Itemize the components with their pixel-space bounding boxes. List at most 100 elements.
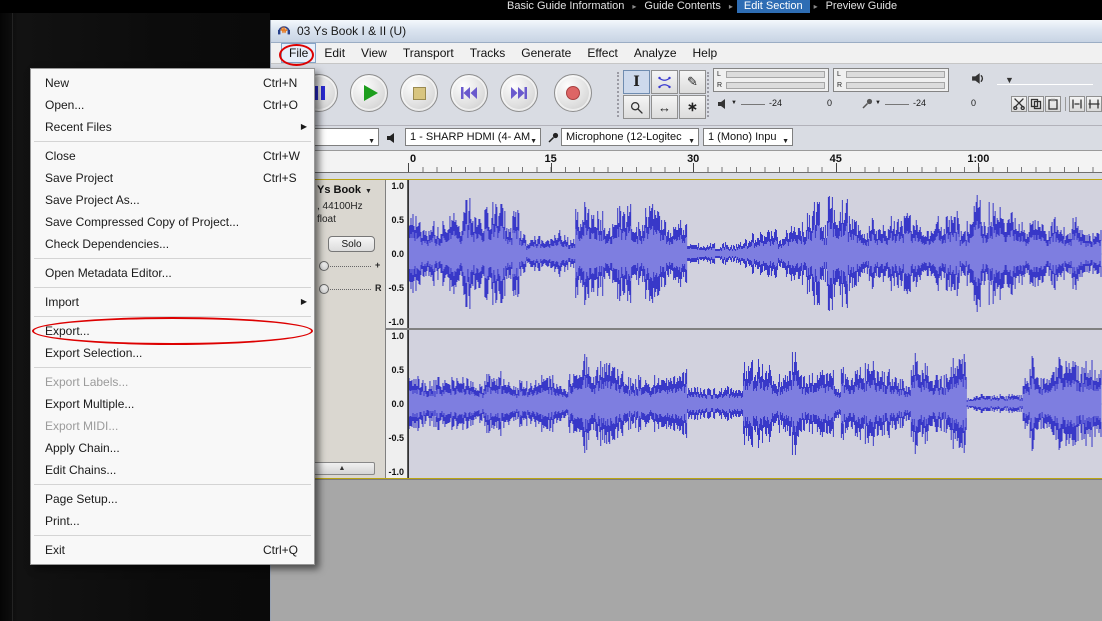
cut-button[interactable] xyxy=(1011,96,1027,112)
menubar: File Edit View Transport Tracks Generate Effec… xyxy=(271,43,1102,64)
playback-volume-thumb[interactable]: ▼ xyxy=(1005,75,1014,85)
collapse-track-button[interactable]: ▲ xyxy=(309,462,375,475)
pan-slider-thumb[interactable] xyxy=(319,284,329,294)
menu-item-label: Save Project As... xyxy=(45,193,140,207)
pan-slider-track xyxy=(323,289,371,290)
gain-slider-thumb[interactable] xyxy=(319,261,329,271)
gain-slider[interactable]: + xyxy=(319,260,385,272)
file-menu-item-exit[interactable]: Exit Ctrl+Q xyxy=(31,539,314,561)
input-device-mic-icon xyxy=(547,131,559,149)
draw-tool-button[interactable]: ✎ xyxy=(679,70,706,94)
silence-selection-button[interactable] xyxy=(1086,96,1102,112)
play-button[interactable] xyxy=(350,74,388,112)
file-menu-item-export-selection[interactable]: Export Selection... xyxy=(31,342,314,364)
window-title: 03 Ys Book I & II (U) xyxy=(297,24,407,38)
file-menu-item-save-project-as[interactable]: Save Project As... xyxy=(31,189,314,211)
amplitude-scale-label: 1.0 xyxy=(391,330,404,341)
timeshift-tool-button[interactable]: ↔ xyxy=(651,95,678,119)
file-menu-item-close[interactable]: Close Ctrl+W xyxy=(31,145,314,167)
meter-bar xyxy=(846,71,945,78)
menu-analyze[interactable]: Analyze xyxy=(626,43,685,63)
menu-item-label: Export... xyxy=(45,324,90,338)
input-volume-mic-icon[interactable] xyxy=(861,97,873,115)
menu-item-label: Exit xyxy=(45,543,66,557)
track-name-menu[interactable]: Ys Book ▼ xyxy=(317,184,372,196)
output-device-dropdown[interactable]: 1 - SHARP HDMI (4- AM ▼ xyxy=(405,128,541,146)
output-volume-slider[interactable] xyxy=(741,104,765,105)
file-menu-item-new[interactable]: New Ctrl+N xyxy=(31,72,314,94)
record-icon xyxy=(566,86,580,100)
play-icon xyxy=(363,85,378,101)
vertical-ruler: 1.0 0.5 0.0 -0.5 -1.0 xyxy=(386,330,408,478)
pan-slider[interactable]: R xyxy=(319,283,385,295)
file-menu-item-print[interactable]: Print... xyxy=(31,510,314,532)
menu-separator xyxy=(31,481,314,488)
file-menu-item-save-compressed-copy-of-project[interactable]: Save Compressed Copy of Project... xyxy=(31,211,314,233)
menu-effect[interactable]: Effect xyxy=(579,43,625,63)
playback-meter[interactable]: L R xyxy=(713,68,829,92)
file-menu-item-export-multiple[interactable]: Export Multiple... xyxy=(31,393,314,415)
stop-button[interactable] xyxy=(400,74,438,112)
input-channels-dropdown[interactable]: 1 (Mono) Inpu ▼ xyxy=(703,128,793,146)
recording-meter[interactable]: L R xyxy=(833,68,949,92)
file-menu-item-open[interactable]: Open... Ctrl+O xyxy=(31,94,314,116)
file-menu-item-export[interactable]: Export... xyxy=(31,320,314,342)
dropdown-arrow-icon: ▼ xyxy=(530,138,537,145)
file-menu-item-recent-files[interactable]: Recent Files ▶ xyxy=(31,116,314,138)
multi-tool-button[interactable]: ∗ xyxy=(679,95,706,119)
selection-tool-button[interactable]: I xyxy=(623,70,650,94)
solo-button[interactable]: Solo xyxy=(328,236,375,252)
input-volume-dropdown-icon[interactable]: ▼ xyxy=(875,100,881,106)
waveform-area[interactable] xyxy=(408,180,1102,328)
menu-item-label: New xyxy=(45,76,70,90)
paste-button[interactable] xyxy=(1045,96,1061,112)
toolbar-grip[interactable] xyxy=(707,72,710,117)
breadcrumb-item[interactable]: Edit Section xyxy=(736,0,810,13)
file-menu-item-save-project[interactable]: Save Project Ctrl+S xyxy=(31,167,314,189)
skip-end-button[interactable] xyxy=(500,74,538,112)
track-area-background[interactable] xyxy=(271,479,1102,621)
menu-transport[interactable]: Transport xyxy=(395,43,462,63)
zoom-tool-button[interactable] xyxy=(623,95,650,119)
menu-item-label: Save Compressed Copy of Project... xyxy=(45,215,240,229)
file-menu-item-open-metadata-editor[interactable]: Open Metadata Editor... xyxy=(31,262,314,284)
output-volume-speaker-icon[interactable] xyxy=(717,97,729,115)
breadcrumb-item[interactable]: Preview Guide xyxy=(822,0,902,13)
waveform-area[interactable] xyxy=(408,330,1102,478)
file-menu-item-check-dependencies[interactable]: Check Dependencies... xyxy=(31,233,314,255)
timeline-tick xyxy=(693,163,695,172)
copy-button[interactable] xyxy=(1028,96,1044,112)
envelope-tool-button[interactable] xyxy=(651,70,678,94)
menu-help[interactable]: Help xyxy=(685,43,726,63)
file-menu-item-page-setup[interactable]: Page Setup... xyxy=(31,488,314,510)
file-menu-item-apply-chain[interactable]: Apply Chain... xyxy=(31,437,314,459)
audacity-window: 03 Ys Book I & II (U) File Edit View Transp… xyxy=(270,20,1102,621)
pencil-icon: ✎ xyxy=(687,74,698,89)
audio-track: Ys Book ▼ , 44100Hz float Solo + R ▲ 1.0 0… xyxy=(271,179,1102,479)
menu-edit[interactable]: Edit xyxy=(316,43,353,63)
meter-scale-min: -24 xyxy=(769,98,783,108)
waveform-channel-left[interactable]: 1.0 0.5 0.0 -0.5 -1.0 xyxy=(386,180,1102,328)
menu-tracks[interactable]: Tracks xyxy=(462,43,514,63)
envelope-icon xyxy=(658,76,671,88)
window-titlebar[interactable]: 03 Ys Book I & II (U) xyxy=(271,20,1102,43)
output-volume-dropdown-icon[interactable]: ▼ xyxy=(731,100,737,106)
file-menu-item-edit-chains[interactable]: Edit Chains... xyxy=(31,459,314,481)
menu-item-shortcut: Ctrl+W xyxy=(263,149,300,163)
record-button[interactable] xyxy=(554,74,592,112)
breadcrumb-item[interactable]: Guide Contents xyxy=(640,0,724,13)
toolbar-grip[interactable] xyxy=(617,72,620,117)
trim-outside-button[interactable] xyxy=(1069,96,1085,112)
menu-separator xyxy=(31,313,314,320)
breadcrumb-item[interactable]: Basic Guide Information xyxy=(503,0,628,13)
breadcrumb-arrow-icon: ▸ xyxy=(632,2,637,11)
timeline-ruler[interactable]: 0 15 30 45 1:00 xyxy=(271,150,1102,173)
input-device-dropdown[interactable]: Microphone (12-Logitec ▼ xyxy=(561,128,699,146)
menu-generate[interactable]: Generate xyxy=(513,43,579,63)
menu-view[interactable]: View xyxy=(353,43,395,63)
skip-start-button[interactable] xyxy=(450,74,488,112)
menu-file[interactable]: File xyxy=(281,43,317,63)
input-volume-slider[interactable] xyxy=(885,104,909,105)
waveform-channel-right[interactable]: 1.0 0.5 0.0 -0.5 -1.0 xyxy=(386,330,1102,478)
file-menu-item-import[interactable]: Import ▶ xyxy=(31,291,314,313)
